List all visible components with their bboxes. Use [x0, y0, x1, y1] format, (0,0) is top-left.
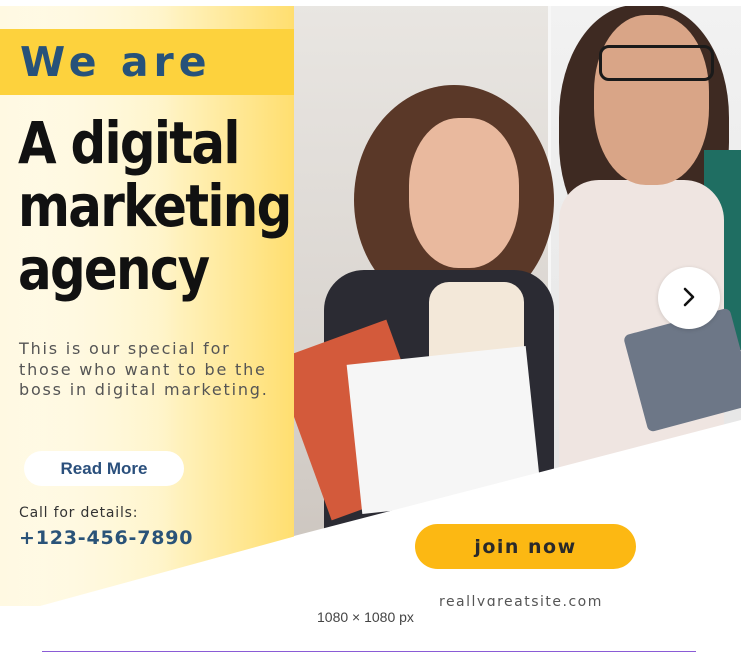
- canvas-dimension-label: 1080 × 1080 px: [317, 609, 414, 625]
- woman-one-face: [409, 118, 519, 268]
- main-headline: A digital marketing agency: [18, 109, 292, 303]
- website-text: reallygreatsite.com: [439, 594, 603, 606]
- woman-two-face: [594, 15, 709, 185]
- join-now-button[interactable]: join now: [415, 524, 636, 569]
- next-slide-button[interactable]: [658, 267, 720, 329]
- selection-line: [42, 651, 696, 652]
- top-cropped-edge: [0, 0, 741, 6]
- we-are-heading: We are: [0, 29, 294, 95]
- tagline-text: This is our special for those who want t…: [19, 339, 269, 399]
- woman-two-glasses: [599, 45, 714, 81]
- call-label: Call for details:: [19, 505, 139, 521]
- chevron-right-icon: [679, 285, 699, 312]
- read-more-button[interactable]: Read More: [24, 451, 184, 486]
- phone-number: +123-456-7890: [19, 527, 194, 549]
